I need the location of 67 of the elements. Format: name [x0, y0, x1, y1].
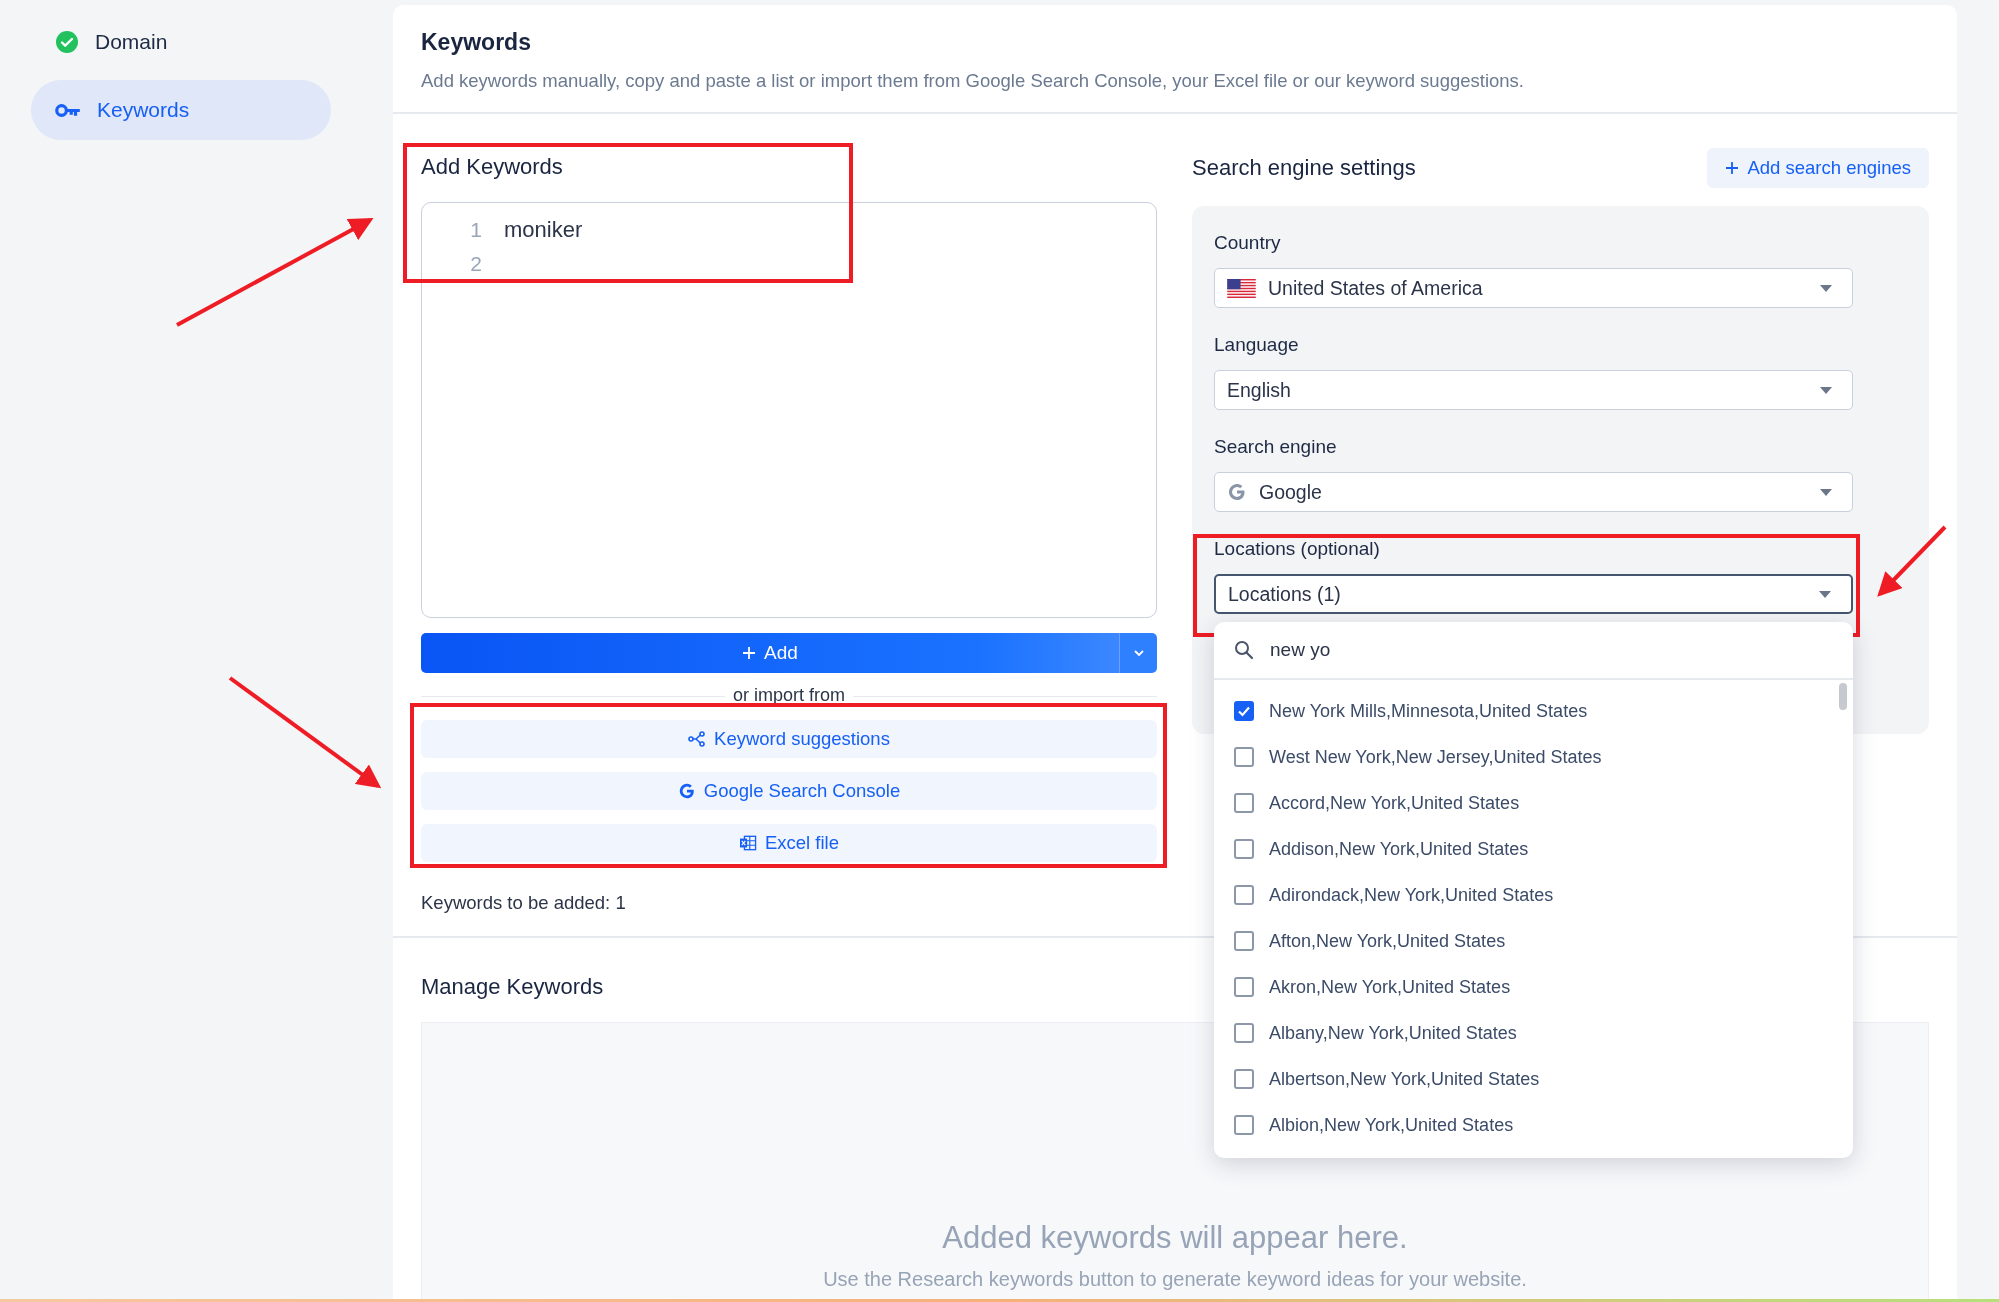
checkbox[interactable] — [1234, 977, 1254, 997]
select-field[interactable]: English — [1214, 370, 1853, 410]
empty-state-title: Added keywords will appear here. — [942, 1220, 1408, 1256]
location-option[interactable]: West New York,New Jersey,United States — [1214, 734, 1853, 780]
location-option[interactable]: New York Mills,Minnesota,United States — [1214, 688, 1853, 734]
section-title: Manage Keywords — [421, 974, 604, 1000]
checkbox[interactable] — [1234, 1069, 1254, 1089]
location-option[interactable]: Akron,New York,United States — [1214, 964, 1853, 1010]
checkbox[interactable] — [1234, 931, 1254, 951]
field-label: Locations (optional) — [1214, 538, 1381, 560]
checkbox[interactable] — [1234, 701, 1254, 721]
google-icon — [677, 782, 696, 800]
add-options-button[interactable] — [1119, 633, 1157, 673]
section-title: Add Keywords — [421, 154, 564, 180]
add-button[interactable]: Add — [421, 633, 1119, 673]
checkbox[interactable] — [1234, 793, 1254, 813]
checkbox[interactable] — [1234, 885, 1254, 905]
location-option[interactable]: Afton,New York,United States — [1214, 918, 1853, 964]
line-number: 1 — [469, 218, 482, 242]
chevron-down-icon — [1132, 649, 1145, 657]
keyword-editor[interactable]: 1 moniker 2 — [421, 202, 1157, 618]
divider-label: or import from — [725, 685, 853, 705]
select-field[interactable]: United States of America — [1214, 268, 1853, 308]
select-field[interactable]: Locations (1) — [1214, 574, 1853, 614]
location-option[interactable]: Adirondack,New York,United States — [1214, 872, 1853, 918]
import-button[interactable]: Google Search Console — [421, 772, 1157, 810]
location-option[interactable]: Albany,New York,United States — [1214, 1010, 1853, 1056]
location-option[interactable]: Albion,New York,United States — [1214, 1102, 1853, 1148]
dropdown-caret-icon — [1820, 488, 1832, 496]
sidebar-item[interactable]: Keywords — [31, 80, 331, 140]
keyword-text: moniker — [504, 217, 583, 243]
location-option[interactable]: Addison,New York,United States — [1214, 826, 1853, 872]
checkbox[interactable] — [1234, 1023, 1254, 1043]
section-title: Search engine settings — [1192, 155, 1416, 181]
search-icon — [1234, 640, 1254, 660]
location-option[interactable]: Albertson,New York,United States — [1214, 1056, 1853, 1102]
checkbox[interactable] — [1234, 839, 1254, 859]
dropdown-caret-icon — [1820, 386, 1832, 394]
spreadsheet-icon — [739, 835, 757, 851]
dropdown-caret-icon — [1820, 284, 1832, 292]
select-field[interactable]: Google — [1214, 472, 1853, 512]
line-number: 2 — [469, 252, 482, 276]
dropdown-caret-icon — [1819, 590, 1831, 598]
field-label: Language — [1214, 334, 1300, 356]
checkbox[interactable] — [1234, 1115, 1254, 1135]
sidebar-item[interactable]: Domain — [31, 12, 331, 72]
page-subtitle: Add keywords manually, copy and paste a list or import them from Google Search Console, your Excel file or our keyword suggestions. — [421, 70, 1525, 92]
keyword-count: Keywords to be added: 1 — [421, 892, 627, 914]
search-field[interactable]: new yo — [1214, 622, 1853, 680]
google-icon — [1227, 482, 1247, 502]
plus-icon — [1725, 161, 1740, 175]
annotation-arrow — [1877, 525, 1947, 597]
share-nodes-icon — [688, 731, 707, 747]
import-button[interactable]: Keyword suggestions — [421, 720, 1157, 758]
field-label: Search engine — [1214, 436, 1338, 458]
location-option[interactable]: Accord,New York,United States — [1214, 780, 1853, 826]
empty-state-hint: Use the Research keywords button to generate keyword ideas for your website. — [823, 1268, 1527, 1291]
key-icon — [55, 102, 81, 118]
flag-icon — [1227, 278, 1256, 298]
add-search-engines-button[interactable]: Add search engines — [1707, 148, 1929, 188]
field-label: Country — [1214, 232, 1282, 254]
checkbox[interactable] — [1234, 747, 1254, 767]
scrollbar-thumb[interactable] — [1839, 683, 1847, 710]
plus-icon — [742, 646, 757, 660]
page-title: Keywords — [421, 29, 532, 56]
check-circle-icon — [55, 30, 79, 54]
import-button[interactable]: Excel file — [421, 824, 1157, 862]
